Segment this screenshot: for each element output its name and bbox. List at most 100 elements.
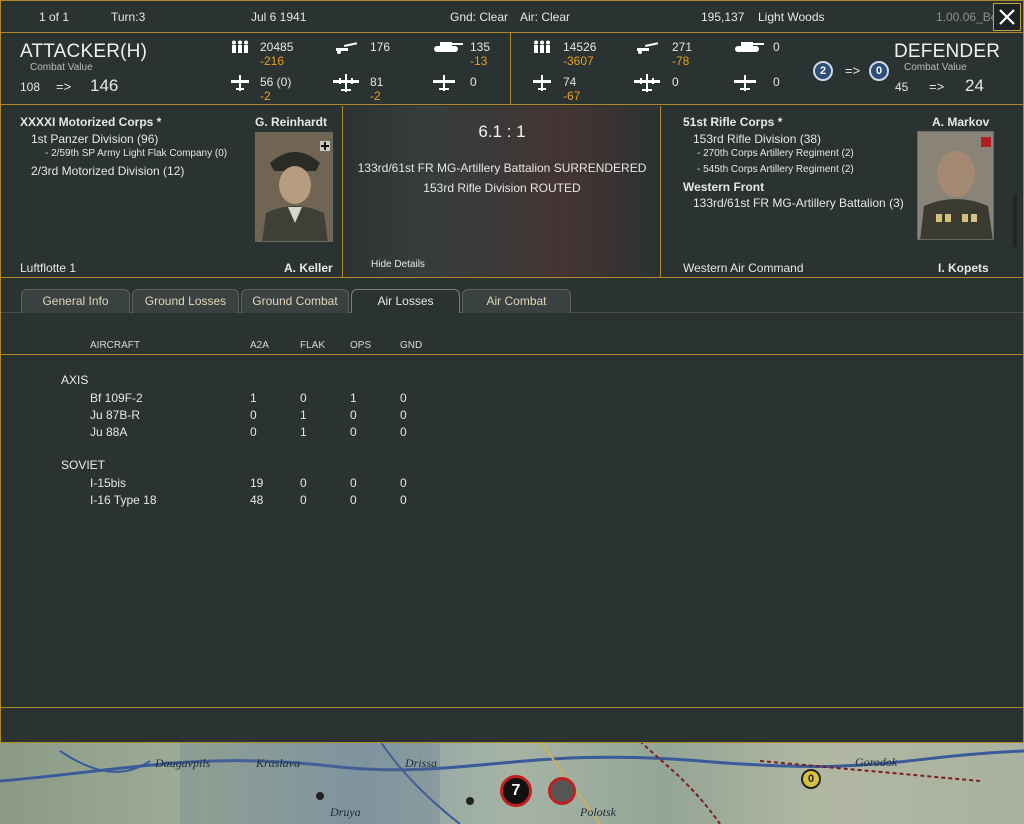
defender-unit-line[interactable]: 153rd Rifle Division (38)	[693, 132, 821, 146]
gnd-value: 0	[400, 476, 407, 490]
flak-value: 0	[300, 391, 307, 405]
attacker-tanks-stat: 135 -13	[470, 40, 490, 68]
defender-fighters: 74	[563, 75, 577, 89]
tab-ground-losses[interactable]: Ground Losses	[132, 289, 239, 313]
attacker-bombers-stat: 81 -2	[370, 75, 383, 103]
date-label: Jul 6 1941	[251, 10, 307, 24]
version-label: 1.00.06_Be	[936, 10, 998, 24]
column-header-flak: FLAK	[300, 340, 326, 351]
attacker-cv-arrow: =>	[56, 79, 72, 94]
ops-value: 0	[350, 493, 357, 507]
attacker-tanks-loss: -13	[470, 54, 488, 68]
flak-value: 1	[300, 425, 307, 439]
tab-air-combat[interactable]: Air Combat	[462, 289, 571, 313]
a2a-value: 19	[250, 476, 264, 490]
attacker-men-stat: 20485 -216	[260, 40, 293, 68]
attacker-unit-line[interactable]: 2/3rd Motorized Division (12)	[31, 164, 184, 178]
defender-bombers: 0	[672, 75, 679, 89]
map-strip[interactable]: Daugavpils Kraslava Drissa Druya Polotsk…	[0, 741, 1024, 824]
map-hq-counter[interactable]	[548, 777, 576, 805]
commander-portrait-image	[918, 132, 993, 239]
defender-units-scrollbar[interactable]	[1013, 195, 1017, 247]
defender-unit-line[interactable]: 133rd/61st FR MG-Artillery Battalion (3)	[693, 196, 904, 210]
defender-air-hq[interactable]: Western Air Command	[683, 261, 804, 275]
defender-bombers-stat: 0	[672, 75, 679, 89]
result-line-surrendered: 133rd/61st FR MG-Artillery Battalion SUR…	[357, 161, 647, 175]
air-losses-header: AIRCRAFT A2A FLAK OPS GND	[1, 313, 1023, 355]
column-header-aircraft: AIRCRAFT	[90, 340, 140, 351]
map-label-drissa: Drissa	[405, 756, 438, 770]
turn-label: Turn:3	[111, 10, 146, 24]
fort-before-value: 2	[819, 65, 827, 77]
attacker-commander: G. Reinhardt	[255, 115, 328, 129]
bomber-icon	[634, 74, 660, 92]
defender-cv-label: Combat Value	[904, 62, 967, 73]
attacker-cv-after: 146	[90, 76, 119, 95]
attacker-cv-label: Combat Value	[30, 62, 93, 73]
map-marker[interactable]: 0	[801, 769, 821, 789]
map-label-druya: Druya	[330, 805, 361, 819]
details-tabbar: General Info Ground Losses Ground Combat…	[1, 278, 1023, 313]
attacker-fighters-loss: -2	[260, 89, 271, 103]
column-header-a2a: A2A	[250, 340, 269, 351]
combat-topbar: 1 of 1 Turn:3 Jul 6 1941 Gnd: Clear Air:…	[1, 1, 1023, 33]
defender-men-stat: 14526 -3607	[563, 40, 596, 68]
close-button[interactable]	[993, 3, 1021, 31]
defender-unit-line[interactable]: - 270th Corps Artillery Regiment (2)	[697, 148, 854, 159]
attacker-title: ATTACKER(H)	[20, 41, 148, 62]
aircraft-name: Bf 109F-2	[90, 391, 143, 405]
tab-general-info[interactable]: General Info	[21, 289, 130, 313]
hide-details-link[interactable]: Hide Details	[371, 259, 425, 270]
flak-value: 1	[300, 408, 307, 422]
defender-air-commander: I. Kopets	[938, 261, 989, 275]
map-label-kraslava: Kraslava	[256, 756, 301, 770]
tab-ground-combat[interactable]: Ground Combat	[241, 289, 349, 313]
flak-value: 0	[300, 493, 307, 507]
aircraft-name: Ju 87B-R	[90, 408, 141, 422]
attacker-unit-line[interactable]: - 2/59th SP Army Light Flak Company (0)	[45, 148, 227, 159]
combat-results-dialog: 1 of 1 Turn:3 Jul 6 1941 Gnd: Clear Air:…	[0, 0, 1024, 743]
fort-level-after: 0	[869, 61, 889, 81]
column-header-gnd: GND	[400, 340, 423, 351]
map-unit-counter[interactable]: 7	[500, 775, 532, 807]
result-line-routed: 153rd Rifle Division ROUTED	[423, 181, 581, 195]
map-marker-value: 0	[807, 773, 815, 785]
attacker-transports: 0	[470, 75, 477, 89]
tank-icon	[735, 42, 764, 52]
page-indicator: 1 of 1	[39, 10, 70, 24]
defender-men: 14526	[563, 40, 597, 54]
fighter-icon	[533, 75, 551, 91]
defender-cv-arrow: =>	[929, 79, 945, 94]
commander-portrait-image	[256, 133, 332, 241]
fort-arrow: =>	[845, 63, 861, 78]
fort-after-value: 0	[875, 65, 883, 77]
defender-men-loss: -3607	[563, 54, 594, 68]
defender-unit-line[interactable]: - 545th Corps Artillery Regiment (2)	[697, 164, 854, 175]
defender-fighters-loss: -67	[563, 89, 581, 103]
ops-value: 0	[350, 425, 357, 439]
attacker-units-panel[interactable]: XXXXI Motorized Corps * G. Reinhardt 1st…	[1, 106, 343, 278]
aircraft-name: Ju 88A	[90, 425, 128, 439]
terrain-label: Light Woods	[758, 10, 825, 24]
defender-units-panel[interactable]: 51st Rifle Corps * A. Markov 153rd Rifle…	[661, 106, 1023, 278]
attacker-hq[interactable]: XXXXI Motorized Corps *	[20, 115, 161, 129]
tab-air-losses[interactable]: Air Losses	[351, 289, 460, 313]
defender-front-hq[interactable]: Western Front	[683, 180, 764, 194]
a2a-value: 1	[250, 391, 257, 405]
map-unit-counter-value: 7	[511, 782, 521, 799]
defender-transports-stat: 0	[773, 75, 780, 89]
attacker-bombers-loss: -2	[370, 89, 381, 103]
defender-hq[interactable]: 51st Rifle Corps *	[683, 115, 782, 129]
attacker-fighters-stat: 56 (0) -2	[260, 75, 291, 103]
transport-icon	[433, 75, 455, 91]
a2a-value: 48	[250, 493, 264, 507]
defender-cv-after: 24	[965, 76, 984, 95]
attacker-air-hq[interactable]: Luftflotte 1	[20, 261, 76, 275]
map-label-polotsk: Polotsk	[580, 805, 616, 819]
defender-title: DEFENDER	[894, 41, 1001, 62]
attacker-air-commander: A. Keller	[284, 261, 333, 275]
column-header-ops: OPS	[350, 340, 372, 351]
group-soviet: SOVIET	[61, 458, 106, 472]
defender-commander-portrait	[917, 131, 994, 240]
attacker-unit-line[interactable]: 1st Panzer Division (96)	[31, 132, 158, 146]
